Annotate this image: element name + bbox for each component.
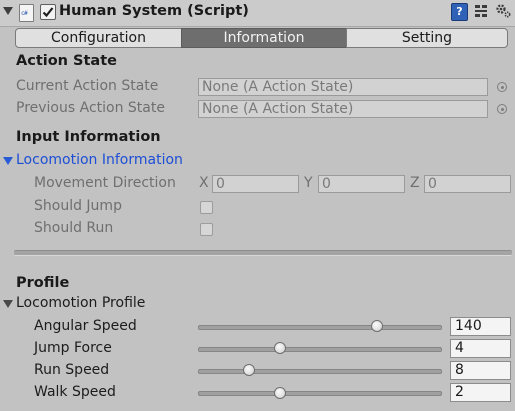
current-action-state-field[interactable]: None (A Action State) [198, 78, 488, 96]
y-axis-label: Y [304, 175, 313, 191]
should-run-checkbox[interactable] [200, 223, 213, 236]
walk-speed-slider-track[interactable] [198, 391, 442, 396]
jump-force-slider-track[interactable] [198, 347, 442, 352]
movement-direction-x-field[interactable]: 0 [212, 175, 299, 193]
locomotion-information-foldout[interactable]: Locomotion Information [16, 152, 183, 168]
run-speed-label: Run Speed [34, 362, 110, 378]
object-picker-icon[interactable] [497, 104, 507, 114]
profile-title: Profile [16, 275, 70, 291]
tab-information[interactable]: Information [181, 28, 347, 48]
movement-direction-label: Movement Direction [34, 175, 176, 191]
run-speed-slider-track[interactable] [198, 369, 442, 374]
gear-icon[interactable] [495, 2, 512, 19]
run-speed-field[interactable]: 8 [450, 361, 511, 380]
component-enabled-checkbox[interactable] [40, 4, 56, 20]
movement-direction-z-field[interactable]: 0 [424, 175, 511, 193]
checkmark-icon [42, 7, 54, 18]
walk-speed-slider-knob[interactable] [274, 387, 287, 399]
jump-force-slider-knob[interactable] [274, 342, 287, 354]
should-jump-checkbox[interactable] [200, 201, 213, 214]
should-run-label: Should Run [34, 220, 114, 236]
section-divider [14, 250, 512, 256]
x-axis-label: X [199, 175, 209, 191]
jump-force-label: Jump Force [34, 340, 112, 356]
component-title: Human System (Script) [59, 3, 249, 19]
angular-speed-slider-track[interactable] [198, 325, 442, 330]
action-state-title: Action State [16, 53, 117, 69]
foldout-expanded-arrow-icon[interactable] [3, 300, 13, 308]
csharp-script-icon: c# [19, 4, 34, 22]
run-speed-slider-knob[interactable] [242, 364, 255, 376]
tab-configuration[interactable]: Configuration [15, 28, 182, 48]
component-foldout-arrow-icon[interactable] [3, 7, 13, 15]
input-information-title: Input Information [16, 129, 161, 145]
angular-speed-label: Angular Speed [34, 318, 137, 334]
previous-action-state-label: Previous Action State [16, 100, 165, 116]
previous-action-state-field[interactable]: None (A Action State) [198, 100, 488, 118]
angular-speed-field[interactable]: 140 [450, 317, 511, 336]
locomotion-profile-foldout[interactable]: Locomotion Profile [16, 295, 145, 311]
help-reference-icon[interactable]: ? [451, 3, 468, 21]
movement-direction-y-field[interactable]: 0 [318, 175, 405, 193]
angular-speed-slider-knob[interactable] [371, 320, 384, 332]
preset-icon[interactable] [474, 3, 488, 19]
jump-force-field[interactable]: 4 [450, 339, 511, 358]
foldout-expanded-arrow-icon[interactable] [3, 157, 13, 165]
object-picker-icon[interactable] [497, 82, 507, 92]
current-action-state-label: Current Action State [16, 78, 159, 94]
walk-speed-label: Walk Speed [34, 384, 116, 400]
should-jump-label: Should Jump [34, 198, 122, 214]
tab-setting[interactable]: Setting [346, 28, 508, 48]
z-axis-label: Z [410, 175, 420, 191]
walk-speed-field[interactable]: 2 [450, 383, 511, 402]
